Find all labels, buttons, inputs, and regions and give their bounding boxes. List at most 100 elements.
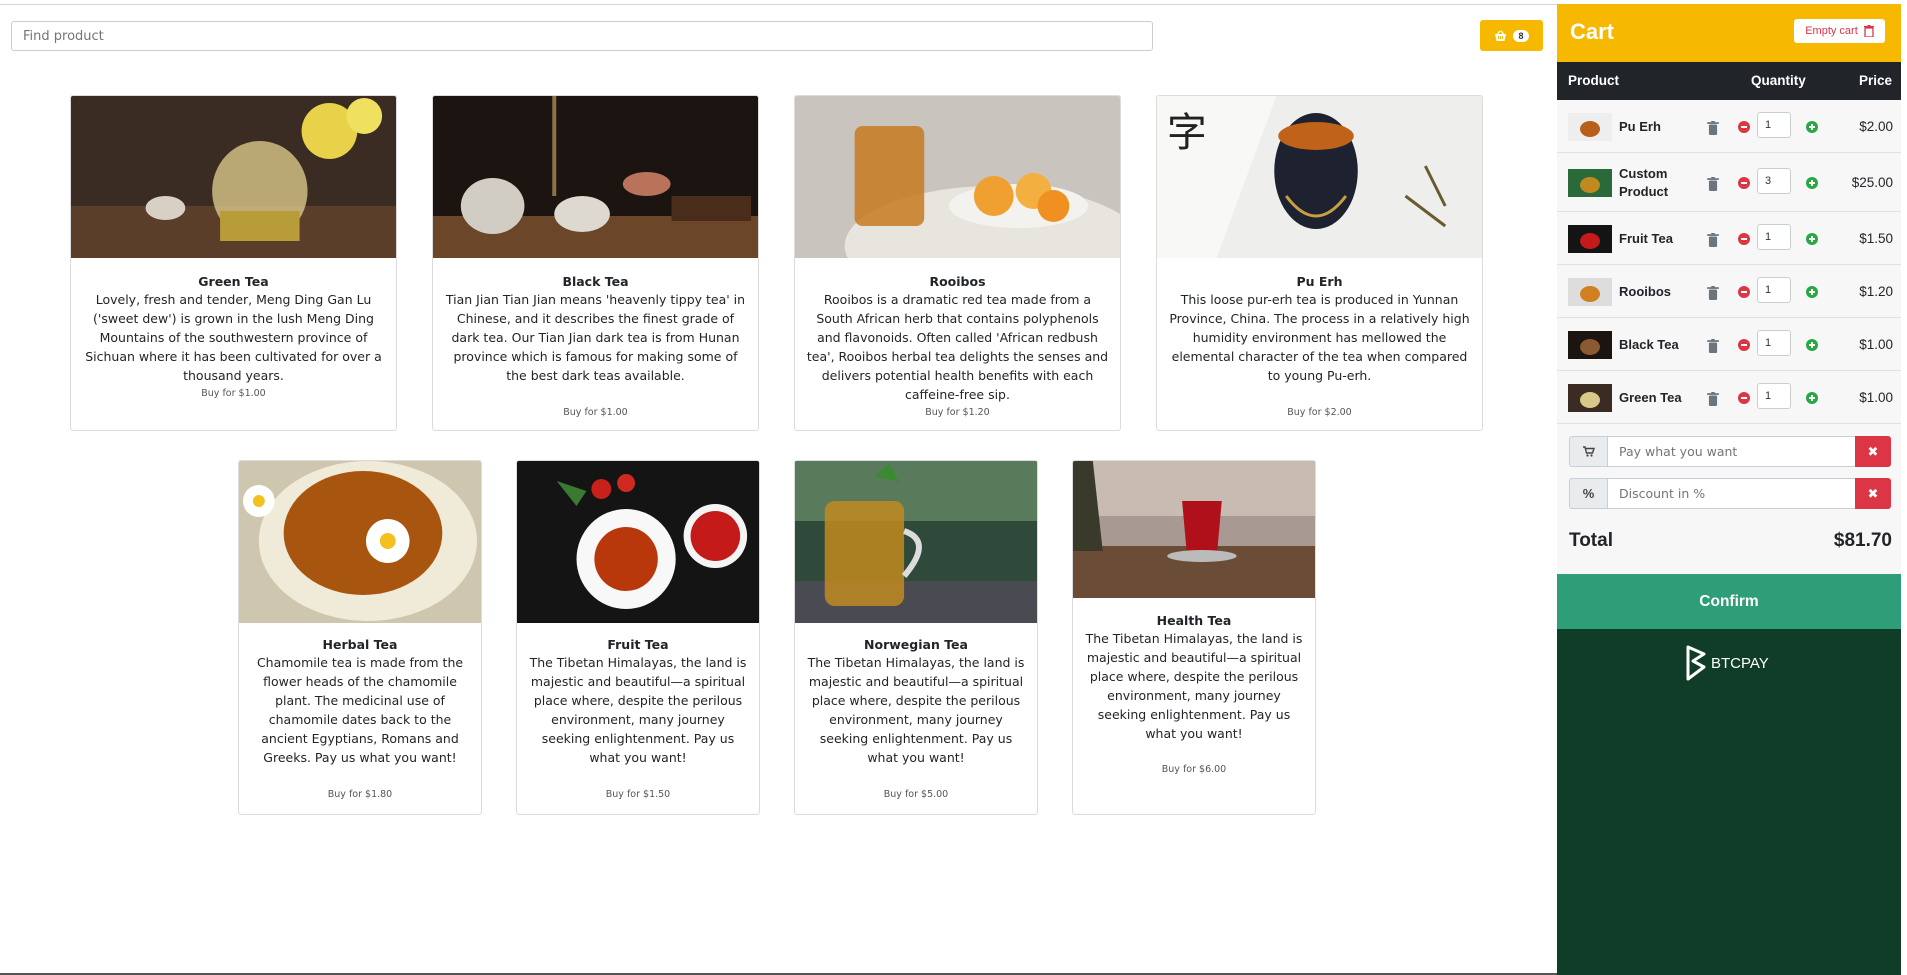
total-label: Total xyxy=(1569,530,1613,551)
increase-quantity-icon[interactable] xyxy=(1806,285,1818,298)
cart-row: Green Tea $1.00 xyxy=(1557,371,1901,424)
product-title: Green Tea xyxy=(198,274,269,289)
increase-quantity-icon[interactable] xyxy=(1806,338,1818,351)
btcpay-logo[interactable]: BTCPAY xyxy=(1685,645,1769,681)
increase-quantity-icon[interactable] xyxy=(1806,232,1818,245)
brand-name: BTCPAY xyxy=(1711,654,1769,672)
product-description: Lovely, fresh and tender, Meng Ding Gan … xyxy=(85,292,382,383)
confirm-button[interactable]: Confirm xyxy=(1557,574,1901,629)
quantity-input[interactable] xyxy=(1757,276,1791,303)
product-title: Black Tea xyxy=(562,274,629,289)
product-title: Rooibos xyxy=(929,274,986,289)
cart-item-name: Rooibos xyxy=(1619,283,1671,299)
cart-item-price: $1.00 xyxy=(1859,389,1893,405)
product-card-fruit-tea[interactable]: Fruit Tea The Tibetan Himalayas, the lan… xyxy=(516,460,760,815)
quantity-input[interactable] xyxy=(1757,223,1791,250)
buy-button[interactable]: Buy for $2.00 xyxy=(1157,407,1482,418)
increase-quantity-icon[interactable] xyxy=(1806,391,1818,404)
cart-item-price: $1.50 xyxy=(1859,230,1893,246)
quantity-input[interactable] xyxy=(1757,111,1791,138)
cart-row: Black Tea $1.00 xyxy=(1557,318,1901,371)
svg-text:字: 字 xyxy=(1167,111,1207,155)
product-image xyxy=(795,461,1037,623)
total-value: $81.70 xyxy=(1833,530,1892,551)
decrease-quantity-icon[interactable] xyxy=(1738,176,1750,189)
empty-cart-button[interactable]: Empty cart xyxy=(1794,19,1885,43)
remove-item-icon[interactable] xyxy=(1707,285,1719,300)
cart-title: Cart xyxy=(1570,19,1615,44)
buy-button[interactable]: Buy for $1.00 xyxy=(71,388,396,399)
product-image xyxy=(239,461,481,623)
cart-count-badge: 8 xyxy=(1513,29,1529,42)
product-description: Tian Jian Tian Jian means 'heavenly tipp… xyxy=(445,292,746,383)
product-card-rooibos[interactable]: Rooibos Rooibos is a dramatic red tea ma… xyxy=(794,95,1121,431)
buy-button[interactable]: Buy for $5.00 xyxy=(795,789,1037,800)
remove-item-icon[interactable] xyxy=(1707,391,1719,406)
col-product: Product xyxy=(1568,73,1620,88)
product-image xyxy=(517,461,759,623)
product-image xyxy=(433,96,758,258)
percent-icon: % xyxy=(1569,478,1608,509)
tip-input[interactable] xyxy=(1607,436,1856,467)
cart-row: Fruit Tea $1.50 xyxy=(1557,212,1901,265)
product-area: 8 Green Tea Lovely, fresh and tender, Me… xyxy=(0,5,1557,973)
product-description: Chamomile tea is made from the flower he… xyxy=(256,655,464,765)
basket-icon xyxy=(1495,29,1506,41)
quantity-input[interactable] xyxy=(1757,167,1791,194)
product-card-health-tea[interactable]: Health Tea The Tibetan Himalayas, the la… xyxy=(1072,460,1316,815)
cart-item-name: Fruit Tea xyxy=(1619,230,1673,246)
product-card-black-tea[interactable]: Black Tea Tian Jian Tian Jian means 'hea… xyxy=(432,95,759,431)
decrease-quantity-icon[interactable] xyxy=(1738,338,1750,351)
increase-quantity-icon[interactable] xyxy=(1806,176,1818,189)
col-quantity: Quantity xyxy=(1751,73,1806,88)
product-title: Health Tea xyxy=(1156,613,1232,628)
col-price: Price xyxy=(1858,73,1892,88)
product-description: The Tibetan Himalayas, the land is majes… xyxy=(807,655,1025,765)
cart-row: Custom Product $25.00 xyxy=(1557,153,1901,212)
search-input[interactable] xyxy=(11,21,1153,51)
btcpay-logo-icon xyxy=(1686,645,1706,681)
cart-toggle-button[interactable]: 8 xyxy=(1480,20,1543,51)
cart-item-thumbnail xyxy=(1568,168,1612,197)
clear-tip-button[interactable]: ✖ xyxy=(1855,436,1891,467)
decrease-quantity-icon[interactable] xyxy=(1738,285,1750,298)
product-image xyxy=(71,96,396,258)
cart-icon xyxy=(1569,436,1608,467)
cart-item-thumbnail xyxy=(1568,277,1612,306)
product-image: 字 xyxy=(1157,96,1482,258)
buy-button[interactable]: Buy for $1.00 xyxy=(433,407,758,418)
remove-item-icon[interactable] xyxy=(1707,232,1719,247)
quantity-input[interactable] xyxy=(1757,382,1791,409)
clear-discount-button[interactable]: ✖ xyxy=(1855,478,1891,509)
cart-item-price: $1.20 xyxy=(1859,283,1893,299)
cart-table-header: Product Quantity Price xyxy=(1557,62,1901,100)
increase-quantity-icon[interactable] xyxy=(1806,120,1818,133)
cart-item-price: $25.00 xyxy=(1851,174,1893,190)
decrease-quantity-icon[interactable] xyxy=(1738,391,1750,404)
discount-input-group: % ✖ xyxy=(1569,478,1891,509)
product-title: Fruit Tea xyxy=(607,637,669,652)
product-card-pu-erh[interactable]: 字 Pu Erh This loose pur-erh tea is produ… xyxy=(1156,95,1483,431)
remove-item-icon[interactable] xyxy=(1707,120,1719,135)
decrease-quantity-icon[interactable] xyxy=(1738,232,1750,245)
product-description: Rooibos is a dramatic red tea made from … xyxy=(806,292,1109,402)
remove-item-icon[interactable] xyxy=(1707,176,1719,191)
product-title: Herbal Tea xyxy=(322,637,398,652)
discount-input[interactable] xyxy=(1607,478,1856,509)
buy-button[interactable]: Buy for $1.20 xyxy=(795,407,1120,418)
quantity-input[interactable] xyxy=(1757,329,1791,356)
product-card-green-tea[interactable]: Green Tea Lovely, fresh and tender, Meng… xyxy=(70,95,397,431)
remove-item-icon[interactable] xyxy=(1707,338,1719,353)
buy-button[interactable]: Buy for $1.50 xyxy=(517,789,759,800)
product-card-herbal-tea[interactable]: Herbal Tea Chamomile tea is made from th… xyxy=(238,460,482,815)
buy-button[interactable]: Buy for $6.00 xyxy=(1073,764,1315,775)
product-description: The Tibetan Himalayas, the land is majes… xyxy=(529,655,747,765)
empty-cart-label: Empty cart xyxy=(1805,25,1858,37)
cart-footer: BTCPAY xyxy=(1557,629,1901,975)
cart-item-name: Custom Product xyxy=(1619,165,1669,199)
cart-row: Pu Erh $2.00 xyxy=(1557,100,1901,153)
decrease-quantity-icon[interactable] xyxy=(1738,120,1750,133)
buy-button[interactable]: Buy for $1.80 xyxy=(239,789,481,800)
product-description: The Tibetan Himalayas, the land is majes… xyxy=(1085,631,1303,741)
product-card-norwegian-tea[interactable]: Norwegian Tea The Tibetan Himalayas, the… xyxy=(794,460,1038,815)
